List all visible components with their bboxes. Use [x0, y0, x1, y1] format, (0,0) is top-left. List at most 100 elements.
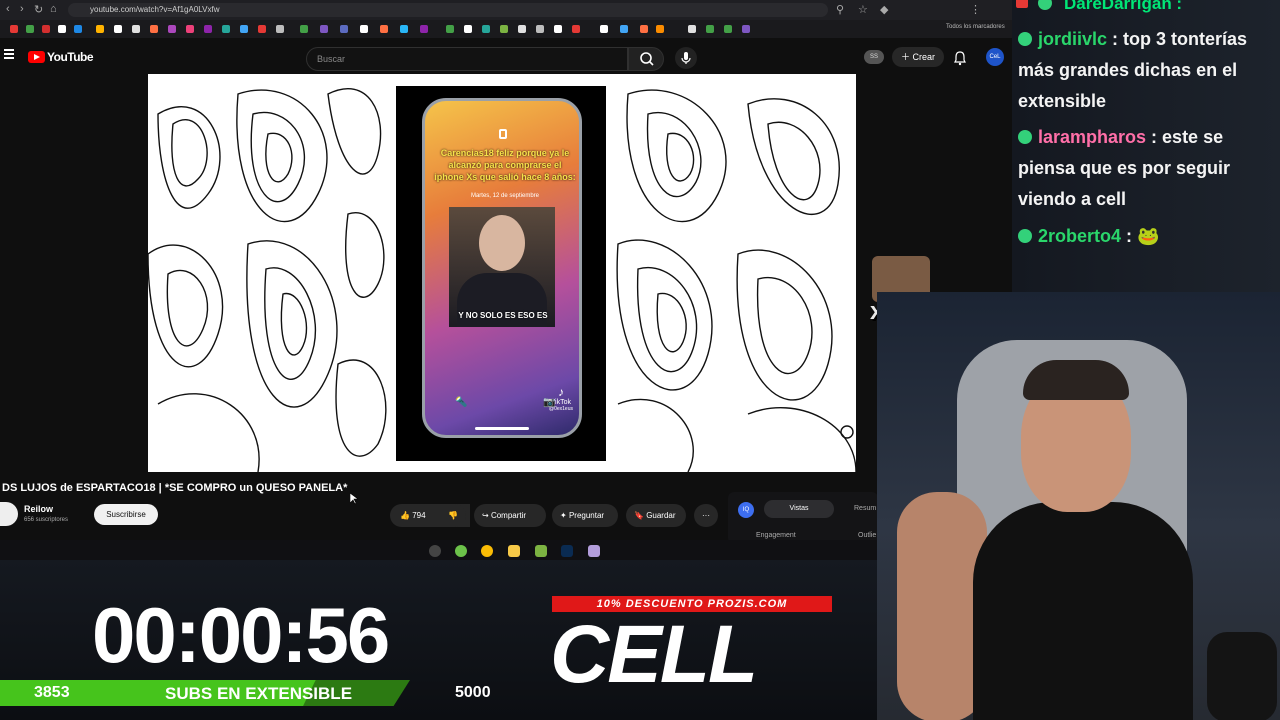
url-field[interactable]: youtube.com/watch?v=Af1gA0LVxfw [68, 3, 828, 17]
youtube-logo-icon[interactable] [28, 51, 45, 63]
bookmark-icon[interactable] [300, 25, 308, 33]
ask-label: Preguntar [568, 511, 605, 520]
engagement-label: Engagement [756, 532, 796, 539]
bookmark-icon[interactable] [500, 25, 508, 33]
bookmark-icon[interactable] [42, 25, 50, 33]
save-button[interactable]: 🔖 Guardar [626, 504, 686, 527]
bookmark-icon[interactable] [464, 25, 472, 33]
bookmark-icon[interactable] [150, 25, 158, 33]
bookmark-icon[interactable] [688, 25, 696, 33]
channel-avatar[interactable] [0, 502, 18, 526]
microphone-arm [1207, 632, 1277, 720]
bookmarks-folder[interactable]: Todos los marcadores [946, 24, 1005, 30]
home-icon[interactable]: ⌂ [50, 3, 57, 15]
youtube-header: YouTube Buscar SS ＋ Crear CeL [0, 38, 1012, 74]
bookmark-icon[interactable] [258, 25, 266, 33]
stream-timer: 00:00:56 [92, 591, 390, 679]
flashlight-icon: 🔦 [455, 397, 468, 408]
bookmark-icon[interactable] [518, 25, 526, 33]
bookmark-icon[interactable] [240, 25, 248, 33]
bookmark-icon[interactable] [706, 25, 714, 33]
bookmark-icon[interactable] [360, 25, 368, 33]
reload-icon[interactable]: ↻ [34, 3, 43, 16]
bookmark-icon[interactable] [572, 25, 580, 33]
chat-username: DareDarrigan : [1064, 0, 1183, 13]
notifications-bell-icon[interactable] [952, 50, 968, 66]
bookmark-icon[interactable] [276, 25, 284, 33]
share-button[interactable]: ↪ Compartir [474, 504, 546, 527]
dislike-button[interactable]: 👎 [440, 504, 466, 527]
app-icon[interactable] [455, 545, 467, 557]
bookmark-icon[interactable] [168, 25, 176, 33]
zoom-icon[interactable]: ⚲ [836, 3, 844, 16]
search-icon [640, 52, 654, 66]
bookmark-icon[interactable] [114, 25, 122, 33]
bookmark-icon[interactable] [620, 25, 628, 33]
chrome-icon[interactable] [481, 545, 493, 557]
voice-search-button[interactable] [675, 47, 697, 69]
bookmark-icon[interactable] [640, 25, 648, 33]
video-title: DS LUJOS de ESPARTACO18 | *SE COMPRO un … [2, 482, 348, 494]
bookmark-icon[interactable] [536, 25, 544, 33]
hamburger-menu-icon[interactable] [4, 49, 14, 59]
bookmark-icon[interactable] [58, 25, 66, 33]
streamer-hair [1023, 360, 1129, 400]
bookmark-icon[interactable] [482, 25, 490, 33]
bookmark-icon[interactable] [96, 25, 104, 33]
bookmark-icon[interactable] [10, 25, 18, 33]
user-avatar[interactable]: CeL [986, 48, 1004, 66]
bookmark-icon[interactable] [186, 25, 194, 33]
bookmark-icon[interactable] [400, 25, 408, 33]
bookmark-icon[interactable] [380, 25, 388, 33]
bookmark-star-icon[interactable]: ☆ [858, 3, 868, 16]
back-icon[interactable]: ‹ [6, 3, 10, 15]
ask-button[interactable]: ✦ Preguntar [552, 504, 618, 527]
bookmark-icon[interactable] [204, 25, 212, 33]
thumbs-down-icon: 👎 [448, 511, 458, 520]
video-player[interactable]: Carencias18 feliz porque ya le alcanzó p… [148, 74, 856, 472]
bookmark-icon[interactable] [74, 25, 82, 33]
bookmark-icon[interactable] [222, 25, 230, 33]
create-button[interactable]: ＋ Crear [892, 47, 944, 67]
bookmark-icon: 🔖 [634, 511, 647, 520]
sparkle-icon: ✦ [560, 511, 569, 520]
menu-dots-icon[interactable]: ⋮ [970, 3, 981, 16]
bookmark-icon[interactable] [320, 25, 328, 33]
chat-username: jordiivlc [1038, 29, 1108, 49]
bookmark-icon[interactable] [26, 25, 34, 33]
mouse-cursor-icon [350, 493, 358, 505]
extension-logo-icon[interactable]: IQ [738, 502, 754, 518]
forward-icon[interactable]: › [20, 3, 24, 15]
stream-overlay-bottom: 00:00:56 10% DESCUENTO PROZIS.COM CELL 3… [0, 560, 877, 720]
phone-video-frame: Carencias18 feliz porque ya le alcanzó p… [396, 86, 606, 461]
bookmark-icon[interactable] [132, 25, 140, 33]
bookmark-icon[interactable] [554, 25, 562, 33]
channel-name[interactable]: Reilow [24, 504, 53, 514]
ss-badge[interactable]: SS [864, 50, 884, 64]
bookmark-icon[interactable] [340, 25, 348, 33]
app-icon[interactable] [588, 545, 600, 557]
bookmark-icon[interactable] [656, 25, 664, 33]
browser-window: ‹ › ↻ ⌂ youtube.com/watch?v=Af1gA0LVxfw … [0, 0, 1012, 560]
subscribe-button[interactable]: Suscribirse [94, 504, 158, 525]
tab-resumen[interactable]: Resum [854, 505, 876, 512]
microphone-icon [681, 52, 691, 64]
bookmark-icon[interactable] [600, 25, 608, 33]
folder-icon[interactable] [508, 545, 520, 557]
obs-icon[interactable] [429, 545, 441, 557]
youtube-wordmark[interactable]: YouTube [47, 50, 94, 64]
bookmark-icon[interactable] [742, 25, 750, 33]
chat-message: jordiivlc : top 3 tonterías más grandes … [1018, 24, 1278, 117]
search-button[interactable] [628, 47, 664, 71]
photoshop-icon[interactable] [561, 545, 573, 557]
more-actions-button[interactable]: ··· [694, 504, 718, 527]
minecraft-icon[interactable] [535, 545, 547, 557]
tab-vistas[interactable]: Vistas [764, 500, 834, 518]
bookmark-icon[interactable] [724, 25, 732, 33]
search-input[interactable]: Buscar [306, 47, 628, 71]
chat-badge-icon [1018, 130, 1032, 144]
bookmark-icon[interactable] [446, 25, 454, 33]
bookmark-icon[interactable] [420, 25, 428, 33]
extension-icon[interactable]: ◆ [880, 3, 888, 16]
camera-icon: 📷 [543, 397, 556, 408]
